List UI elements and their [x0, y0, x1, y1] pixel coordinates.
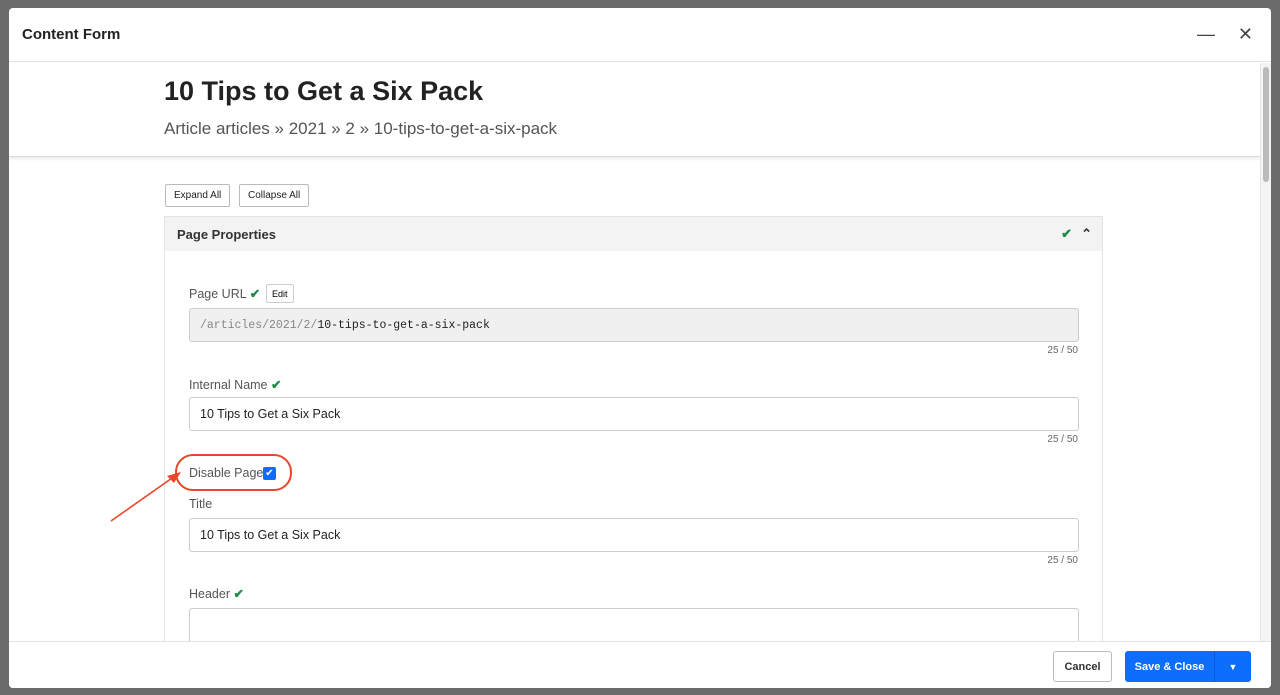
save-close-button[interactable]: Save & Close: [1125, 651, 1214, 682]
collapse-all-button[interactable]: Collapse All: [239, 184, 310, 207]
minimize-icon[interactable]: —: [1197, 24, 1215, 45]
modal-footer: Cancel Save & Close ▼: [9, 641, 1271, 688]
section-header[interactable]: Page Properties ✔ ⌃: [165, 217, 1102, 251]
modal-title: Content Form: [22, 26, 121, 43]
save-options-dropdown-icon[interactable]: ▼: [1214, 651, 1251, 682]
char-count: 25 / 50: [1047, 555, 1078, 566]
page-url-field: /articles/2021/2/10-tips-to-get-a-six-pa…: [189, 308, 1079, 342]
check-icon: ✔: [1061, 226, 1072, 241]
page-title: 10 Tips to Get a Six Pack: [164, 76, 484, 106]
char-count: 25 / 50: [1047, 434, 1078, 445]
expand-all-button[interactable]: Expand All: [165, 184, 231, 207]
annotation-arrow: [110, 472, 181, 522]
title-label: Title: [189, 497, 213, 511]
scrollbar[interactable]: [1260, 63, 1271, 641]
modal-header: Content Form — ✕: [9, 8, 1271, 62]
internal-name-input[interactable]: 10 Tips to Get a Six Pack: [189, 397, 1079, 431]
content-form-modal: Content Form — ✕ 10 Tips to Get a Six Pa…: [9, 8, 1271, 688]
section-title: Page Properties: [177, 226, 276, 242]
char-count: 25 / 50: [1047, 345, 1078, 356]
page-properties-section: Page Properties ✔ ⌃ Page URL ✔ Edit /art…: [164, 216, 1103, 668]
check-icon: ✔: [249, 287, 261, 301]
page-url-label: Page URL ✔: [189, 287, 261, 301]
cancel-button[interactable]: Cancel: [1053, 651, 1112, 682]
edit-url-button[interactable]: Edit: [266, 284, 294, 303]
annotation-circle: [175, 454, 292, 491]
close-icon[interactable]: ✕: [1238, 24, 1253, 45]
scrollbar-thumb[interactable]: [1263, 67, 1269, 182]
internal-name-label: Internal Name ✔: [189, 378, 282, 392]
header-label: Header ✔: [189, 587, 244, 601]
page-title-bar: 10 Tips to Get a Six Pack Article articl…: [9, 63, 1260, 157]
breadcrumb: Article articles » 2021 » 2 » 10-tips-to…: [164, 119, 558, 138]
title-input[interactable]: 10 Tips to Get a Six Pack: [189, 518, 1079, 552]
chevron-up-icon[interactable]: ⌃: [1081, 226, 1092, 242]
